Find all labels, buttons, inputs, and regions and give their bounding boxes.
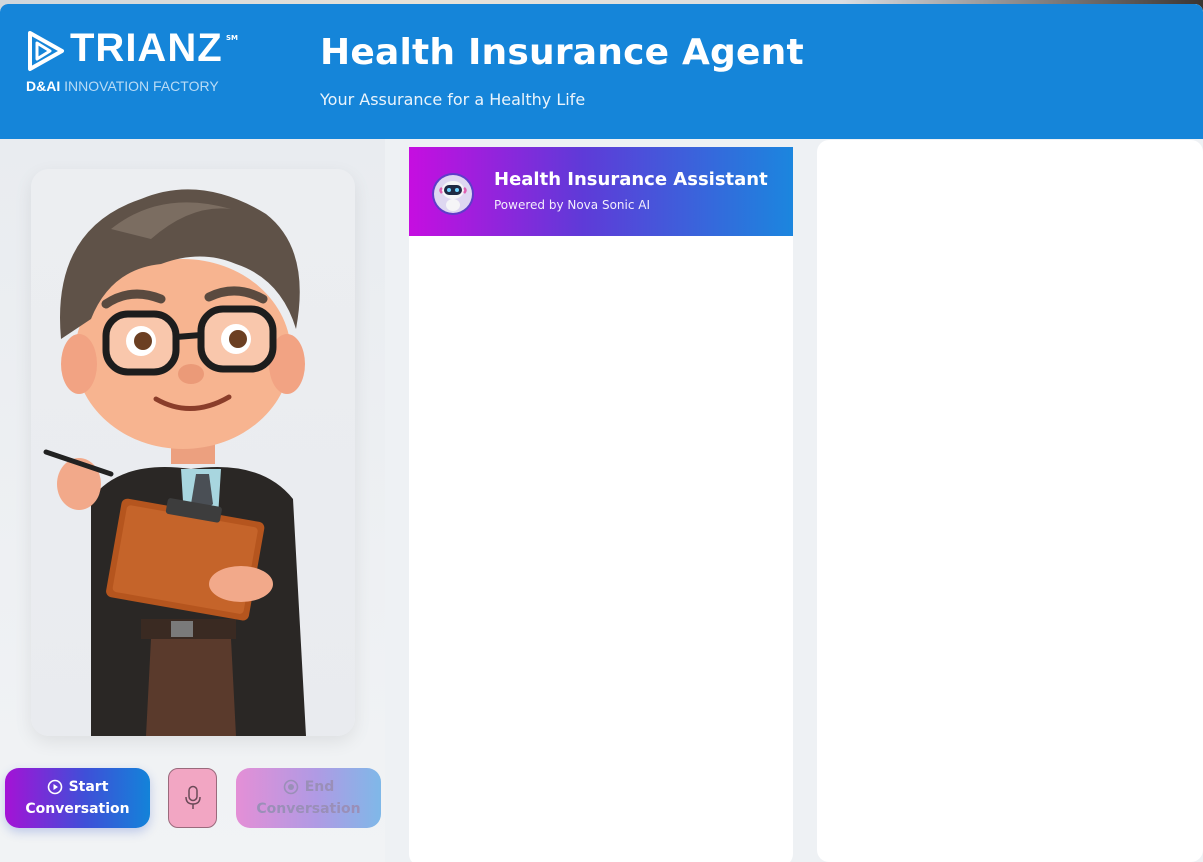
app-window: TRIANZ SM D&AI INNOVATION FACTORY Health…: [0, 4, 1203, 862]
start-button-label-1: Start: [68, 779, 109, 795]
start-button-label-2: Conversation: [25, 801, 130, 817]
agent-avatar-card: [31, 169, 355, 736]
end-conversation-button[interactable]: End Conversation: [236, 768, 381, 828]
start-button-row: Start: [47, 776, 109, 798]
microphone-icon: [184, 785, 201, 809]
end-button-label-2: Conversation: [256, 801, 361, 817]
logo-tagline: D&AI INNOVATION FACTORY: [26, 78, 219, 94]
logo-service-mark: SM: [226, 34, 239, 42]
chat-header: Health Insurance Assistant Powered by No…: [409, 147, 793, 236]
end-button-row: End: [283, 776, 335, 798]
agent-column: Start Conversation End Conversation: [0, 139, 385, 862]
logo-tagline-bold: D&AI: [26, 78, 61, 94]
logo-wordmark: TRIANZ: [70, 26, 223, 70]
chat-panel: Health Insurance Assistant Powered by No…: [409, 147, 793, 862]
header-bar: TRIANZ SM D&AI INNOVATION FACTORY Health…: [0, 4, 1203, 139]
microphone-button[interactable]: [168, 768, 217, 828]
robot-icon: [432, 173, 474, 215]
details-panel: [817, 140, 1203, 862]
logo-tagline-light: INNOVATION FACTORY: [64, 78, 219, 94]
play-circle-icon: [47, 779, 62, 795]
logo-play-icon: [28, 31, 64, 71]
start-conversation-button[interactable]: Start Conversation: [5, 768, 150, 828]
page-subtitle: Your Assurance for a Healthy Life: [320, 90, 586, 109]
agent-avatar-illustration: [43, 189, 306, 736]
chat-subtitle: Powered by Nova Sonic AI: [494, 198, 651, 212]
trianz-logo: TRIANZ SM D&AI INNOVATION FACTORY: [26, 26, 241, 98]
stop-circle-icon: [283, 779, 299, 795]
chat-message-list[interactable]: [409, 236, 793, 862]
page-title: Health Insurance Agent: [320, 32, 804, 73]
chat-title: Health Insurance Assistant: [494, 169, 768, 190]
end-button-label-1: End: [304, 779, 335, 795]
